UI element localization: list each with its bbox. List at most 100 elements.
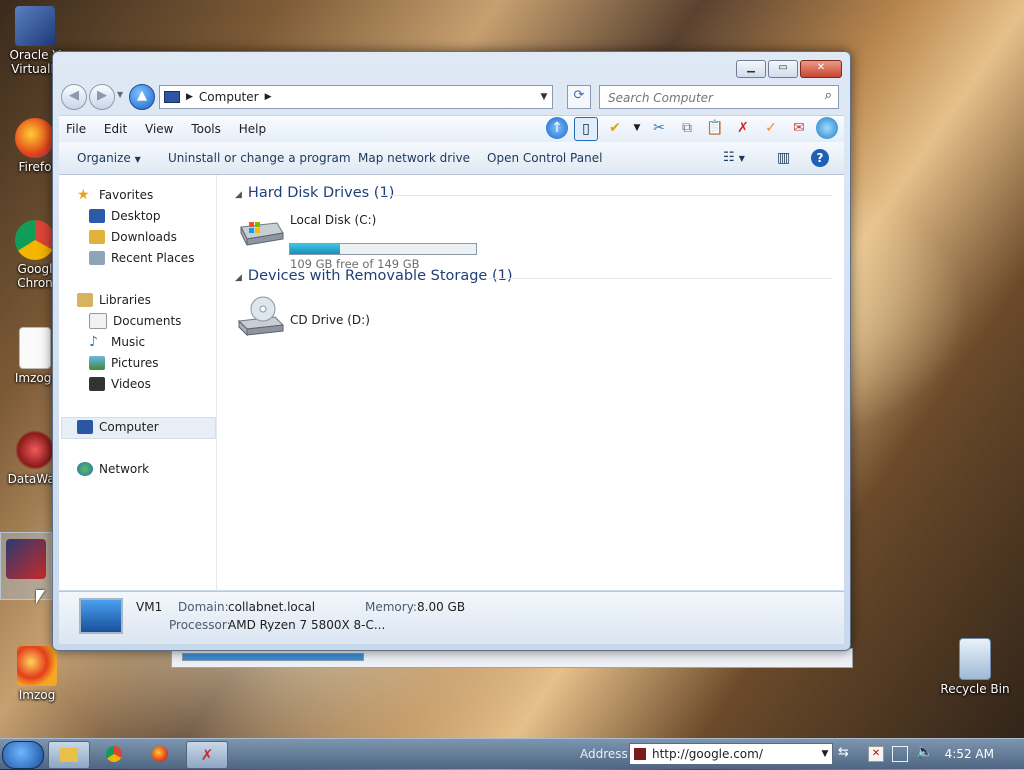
desktop-icon-label: Recycle Bin <box>940 682 1010 696</box>
up-button[interactable]: ▲ <box>129 84 155 110</box>
address-dropdown-icon[interactable]: ▼ <box>818 744 832 764</box>
collapse-triangle-icon[interactable]: ◢ <box>235 273 242 283</box>
desktop-icon-recycle-bin[interactable]: Recycle Bin <box>940 638 1010 696</box>
nav-label: Libraries <box>99 293 151 307</box>
menu-edit[interactable]: Edit <box>97 116 134 142</box>
mail-icon[interactable]: ✉ <box>788 117 810 139</box>
command-bar: Organize ▼ Uninstall or change a program… <box>59 142 844 175</box>
folder-check-icon[interactable]: ✔ <box>604 117 626 139</box>
taskbar-firefox[interactable] <box>140 741 180 767</box>
view-options-icon[interactable]: ☷ ▼ <box>723 142 745 175</box>
drive-cd-d[interactable]: CD Drive (D:) <box>237 295 437 341</box>
volume-icon[interactable]: 🔈 <box>916 744 933 760</box>
minimize-button[interactable]: ▁ <box>736 60 766 78</box>
address-bar[interactable]: ▶ Computer ▶ ▼ <box>159 85 553 109</box>
pane-toggle-icon[interactable]: ▯ <box>574 117 598 141</box>
firefox-icon <box>152 746 168 762</box>
domain-value: collabnet.local <box>228 600 316 614</box>
organize-button[interactable]: Organize ▼ <box>77 142 141 176</box>
globe-icon[interactable] <box>816 117 838 139</box>
taskbar-explorer[interactable] <box>48 741 90 769</box>
firefox-icon <box>15 118 55 158</box>
nav-recent-places[interactable]: Recent Places <box>89 248 194 268</box>
go-arrow-icon[interactable]: ⇆ <box>838 745 849 760</box>
delete-icon[interactable]: ✗ <box>732 117 754 139</box>
nav-favorites[interactable]: ★ Favorites <box>77 185 153 205</box>
videos-icon <box>89 377 105 391</box>
network-tray-icon[interactable] <box>892 746 908 762</box>
menu-file[interactable]: File <box>59 116 93 142</box>
drive-name: Local Disk (C:) <box>290 213 377 227</box>
nav-downloads[interactable]: Downloads <box>89 227 177 247</box>
group-hard-disk-drives[interactable]: ◢ Hard Disk Drives (1) <box>235 185 394 201</box>
history-dropdown[interactable]: ▼ <box>117 90 123 99</box>
virtualbox-icon <box>15 6 55 46</box>
disk-usage-fill <box>290 244 341 254</box>
navigation-pane: ★ Favorites Desktop Downloads Recent Plac… <box>59 175 217 590</box>
libraries-icon <box>77 293 93 307</box>
action-center-icon[interactable]: ✕ <box>868 746 884 762</box>
breadcrumb-arrow-icon[interactable]: ▶ <box>265 92 272 102</box>
clock[interactable]: 4:52 AM <box>945 739 994 769</box>
network-icon <box>77 462 93 476</box>
taskbar-tool[interactable]: ✗ <box>186 741 228 769</box>
nav-videos[interactable]: Videos <box>89 374 151 394</box>
nav-desktop[interactable]: Desktop <box>89 206 161 226</box>
music-icon: ♪ <box>89 334 98 350</box>
search-input[interactable] <box>606 88 810 108</box>
copy-icon[interactable]: ⧉ <box>676 117 698 139</box>
address-dropdown-icon[interactable]: ▼ <box>536 92 552 102</box>
nav-label: Computer <box>99 420 159 434</box>
taskbar-chrome[interactable] <box>94 741 134 767</box>
star-icon: ★ <box>77 187 90 203</box>
breadcrumb-arrow-icon[interactable]: ▶ <box>186 92 193 102</box>
address-toolbar-value: http://google.com/ <box>652 747 763 761</box>
toolbar-icons: ↑ ▯ ✔ ▼ ✂ ⧉ 📋 ✗ ✓ ✉ <box>546 117 838 141</box>
start-button[interactable] <box>2 741 44 769</box>
close-button[interactable]: ✕ <box>800 60 842 78</box>
search-icon[interactable]: ⌕ <box>825 88 832 103</box>
nav-documents[interactable]: Documents <box>89 311 181 331</box>
paste-icon[interactable]: 📋 <box>704 117 726 139</box>
pictures-icon <box>89 356 105 370</box>
refresh-button[interactable]: ⟳ <box>567 85 591 109</box>
nav-music[interactable]: ♪ Music <box>89 332 145 352</box>
drive-local-disk-c[interactable]: Local Disk (C:) 109 GB free of 149 GB <box>237 213 487 271</box>
group-divider <box>382 195 832 196</box>
dropdown-icon[interactable]: ▼ <box>632 117 642 139</box>
nav-network[interactable]: Network <box>77 459 149 479</box>
maximize-button[interactable]: ▭ <box>768 60 798 78</box>
address-toolbar-input[interactable]: http://google.com/ ▼ <box>629 743 833 765</box>
nav-libraries[interactable]: Libraries <box>77 290 151 310</box>
menu-tools[interactable]: Tools <box>184 116 228 142</box>
nav-label: Videos <box>111 377 151 391</box>
explorer-window: ▁ ▭ ✕ ◀ ▶ ▼ ▲ ▶ Computer ▶ ▼ ⟳ ⌕ File Ed… <box>52 51 851 651</box>
cd-drive-icon <box>237 295 285 337</box>
address-toolbar-label: Address <box>580 747 628 761</box>
open-control-panel-button[interactable]: Open Control Panel <box>487 142 602 174</box>
cut-icon[interactable]: ✂ <box>648 117 670 139</box>
background-window <box>171 648 853 668</box>
menu-view[interactable]: View <box>138 116 180 142</box>
back-button[interactable]: ◀ <box>61 84 87 110</box>
forward-button[interactable]: ▶ <box>89 84 115 110</box>
processor-value: AMD Ryzen 7 5800X 8-C... <box>228 618 386 632</box>
menu-bar: File Edit View Tools Help ↑ ▯ ✔ ▼ ✂ ⧉ 📋 … <box>59 115 844 142</box>
group-title: Hard Disk Drives (1) <box>247 185 395 201</box>
up-arrow-icon[interactable]: ↑ <box>546 117 568 139</box>
desktop-icon-imzog[interactable]: Imzog <box>2 646 72 702</box>
checkmark-icon[interactable]: ✓ <box>760 117 782 139</box>
collapse-triangle-icon[interactable]: ◢ <box>235 190 242 200</box>
datawag-icon <box>15 430 55 470</box>
menu-help[interactable]: Help <box>232 116 273 142</box>
breadcrumb-computer[interactable]: Computer <box>199 90 259 104</box>
desktop-icon <box>89 209 105 223</box>
preview-pane-icon[interactable]: ▥ <box>777 142 790 174</box>
nav-pictures[interactable]: Pictures <box>89 353 159 373</box>
uninstall-button[interactable]: Uninstall or change a program <box>168 142 351 174</box>
group-removable-storage[interactable]: ◢ Devices with Removable Storage (1) <box>235 268 513 284</box>
help-icon[interactable]: ? <box>811 149 829 167</box>
search-box[interactable]: ⌕ <box>599 85 839 109</box>
nav-computer[interactable]: Computer <box>77 417 159 437</box>
map-network-drive-button[interactable]: Map network drive <box>358 142 470 174</box>
